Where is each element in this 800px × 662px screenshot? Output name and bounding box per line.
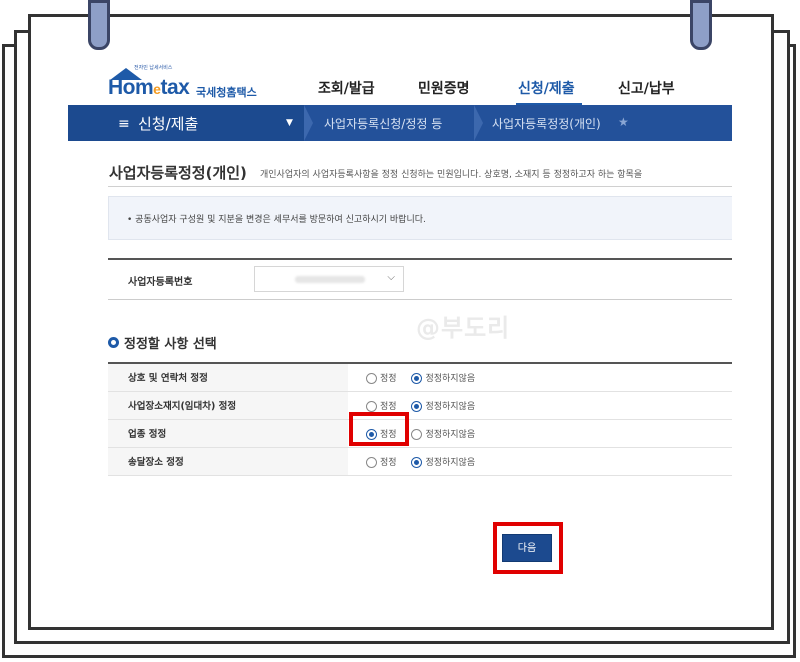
radio-icon [366,400,377,412]
hometax-logo[interactable]: 전자민 납세서비스 Hometax 국세청홈택스 [108,64,268,104]
table-row: 상호 및 연락처 정정 정정 정정하지않음 [108,363,732,391]
radio-icon [411,428,423,440]
option-label: 상호 및 연락처 정정 [108,363,348,391]
blurred-value [295,276,365,283]
radio-icon [366,456,377,468]
business-number-select[interactable]: ⌵ [254,266,404,292]
page-description: 개인사업자의 사업자등록사항을 정정 신청하는 민원입니다. 상호명, 소재지 … [260,170,643,180]
business-number-label: 사업자등록번호 [128,277,193,288]
radio-correct[interactable]: 정정 [366,455,397,468]
breadcrumb-2[interactable]: 사업자등록정정(개인) [492,115,601,132]
radio-icon [411,400,423,412]
notice-text: • 공동사업자 구성원 및 지분을 변경은 세무서를 방문하여 신고하시기 바랍… [127,215,426,225]
option-label: 업종 정정 [108,419,348,447]
notice-box: • 공동사업자 구성원 및 지분을 변경은 세무서를 방문하여 신고하시기 바랍… [108,196,732,240]
radio-icon [366,372,377,384]
hamburger-icon: ≡ [118,116,130,132]
option-label: 송달장소 정정 [108,447,348,475]
watermark: @부도리 [416,314,511,342]
breadcrumb-separator [474,105,483,141]
gnb-report-pay[interactable]: 신고/납부 [618,78,718,98]
location-bar: ≡ 신청/제출 ▼ 사업자등록신청/정정 등 사업자등록정정(개인) ★ [68,105,732,141]
table-row: 업종 정정 정정 정정하지않음 [108,419,732,447]
gnb-apply[interactable]: 신청/제출 [516,78,618,106]
highlight-box-correct-option [349,412,409,446]
table-row: 사업장소재지(임대차) 정정 정정 정정하지않음 [108,391,732,419]
radio-no-correct[interactable]: 정정하지않음 [411,371,475,384]
option-label: 사업장소재지(임대차) 정정 [108,391,348,419]
radio-correct[interactable]: 정정 [366,371,397,384]
chevron-down-icon: ⌵ [387,272,395,283]
section-header: 정정할 사항 선택 [108,332,217,352]
logo-tagline: 전자민 납세서비스 [134,65,173,71]
caret-down-icon: ▼ [286,118,293,128]
bullet-icon [108,337,119,348]
highlight-box-next-button [493,522,563,574]
correction-options-table: 상호 및 연락처 정정 정정 정정하지않음 사업장소재지(임대차) 정정 정정 … [108,362,732,476]
radio-correct[interactable]: 정정 [366,399,397,412]
breadcrumb-separator [304,105,313,141]
binder-ring-right [690,0,712,50]
menu-label: 신청/제출 [138,115,199,133]
breadcrumb-1[interactable]: 사업자등록신청/정정 등 [324,115,442,132]
section-title: 정정할 사항 선택 [124,337,217,352]
radio-icon [411,456,423,468]
gnb-certificate[interactable]: 민원증명 [418,78,518,98]
business-number-row: 사업자등록번호 ⌵ [108,258,732,300]
radio-no-correct[interactable]: 정정하지않음 [411,399,475,412]
gnb-inquiry[interactable]: 조회/발급 [318,78,418,98]
radio-icon [411,372,423,384]
logo-wordmark: Hometax [108,76,190,99]
radio-no-correct[interactable]: 정정하지않음 [411,455,475,468]
table-row: 송달장소 정정 정정 정정하지않음 [108,447,732,475]
menu-dropdown[interactable]: ≡ 신청/제출 ▼ [68,105,304,141]
hometax-screen: 전자민 납세서비스 Hometax 국세청홈택스 조회/발급 민원증명 신청/제… [68,58,732,618]
favorite-star-icon[interactable]: ★ [618,115,629,129]
title-divider [108,186,732,187]
global-nav: 조회/발급 민원증명 신청/제출 신고/납부 [318,78,718,106]
logo-korean: 국세청홈택스 [196,86,257,99]
radio-no-correct[interactable]: 정정하지않음 [411,427,475,440]
binder-ring-left [88,0,110,50]
page-title: 사업자등록정정(개인) [109,164,247,182]
